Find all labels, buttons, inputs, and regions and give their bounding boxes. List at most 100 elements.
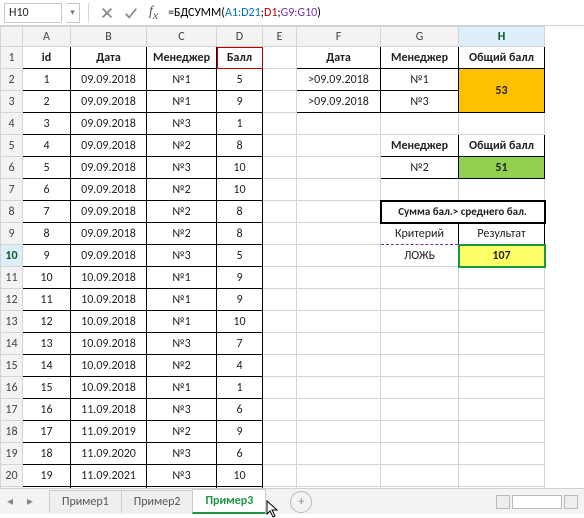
cell[interactable]: 10	[217, 179, 263, 201]
cell[interactable]: 14	[23, 355, 71, 377]
cell[interactable]	[459, 289, 545, 311]
cell[interactable]: 11.09.2019	[71, 421, 147, 443]
col-header-D[interactable]: D	[217, 27, 263, 47]
cell[interactable]: 1	[217, 113, 263, 135]
cell[interactable]	[263, 179, 297, 201]
cell[interactable]	[381, 421, 459, 443]
cell[interactable]: 8	[217, 223, 263, 245]
cell[interactable]: 18	[23, 443, 71, 465]
cell[interactable]	[459, 421, 545, 443]
cell[interactable]	[263, 69, 297, 91]
row-6[interactable]: 6 509.09.2018№310 №2 51	[1, 157, 545, 179]
cell[interactable]	[297, 355, 381, 377]
enter-icon[interactable]	[121, 3, 141, 23]
cell[interactable]	[263, 443, 297, 465]
cell[interactable]: №1	[147, 267, 217, 289]
cell[interactable]	[459, 443, 545, 465]
row-11[interactable]: 111010.09.2018№19	[1, 267, 545, 289]
row-10[interactable]: 10 909.09.2018№35 ЛОЖЬ 107	[1, 245, 545, 267]
cell[interactable]	[297, 179, 381, 201]
cell[interactable]	[263, 91, 297, 113]
scroll-left-icon[interactable]	[496, 495, 510, 509]
cell[interactable]	[263, 157, 297, 179]
cell[interactable]	[263, 135, 297, 157]
cell[interactable]	[297, 113, 381, 135]
cell[interactable]: 2	[23, 91, 71, 113]
active-cell[interactable]: 107	[459, 245, 545, 267]
cell[interactable]	[263, 355, 297, 377]
cell[interactable]: 5	[23, 157, 71, 179]
cell[interactable]	[297, 223, 381, 245]
cell[interactable]: 9	[217, 91, 263, 113]
cell[interactable]: №3	[381, 91, 459, 113]
cell[interactable]	[381, 179, 459, 201]
cell[interactable]: 5	[217, 245, 263, 267]
cell[interactable]: 11.09.2021	[71, 465, 147, 487]
cell[interactable]	[263, 47, 297, 69]
cell[interactable]: №2	[147, 355, 217, 377]
cell[interactable]: 10	[217, 465, 263, 487]
row-17[interactable]: 171611.09.2018№36	[1, 399, 545, 421]
cell[interactable]: 8	[23, 223, 71, 245]
cell[interactable]: 09.09.2018	[71, 179, 147, 201]
formula-input[interactable]: =БДСУММ(A1:D21;D1;G9:G10)	[166, 3, 580, 23]
cell[interactable]: 10.09.2018	[71, 333, 147, 355]
cell[interactable]: Дата	[297, 47, 381, 69]
cell[interactable]	[297, 289, 381, 311]
cell[interactable]: 09.09.2018	[71, 157, 147, 179]
cell[interactable]: №1	[381, 69, 459, 91]
cell[interactable]	[297, 377, 381, 399]
cell[interactable]	[263, 399, 297, 421]
cell[interactable]	[381, 355, 459, 377]
cell[interactable]: Общий балл	[459, 135, 545, 157]
cell[interactable]: 51	[459, 157, 545, 179]
cell[interactable]	[459, 399, 545, 421]
col-header-B[interactable]: B	[71, 27, 147, 47]
cell[interactable]: №2	[147, 179, 217, 201]
cell[interactable]	[263, 113, 297, 135]
cell[interactable]: 7	[23, 201, 71, 223]
cell[interactable]: 12	[23, 311, 71, 333]
name-box[interactable]: H10	[4, 3, 62, 23]
cell[interactable]: 1	[23, 69, 71, 91]
cell[interactable]: №1	[147, 69, 217, 91]
scroll-right-icon[interactable]	[564, 495, 578, 509]
add-sheet-button[interactable]: +	[290, 491, 312, 513]
cell[interactable]	[381, 443, 459, 465]
cell[interactable]	[381, 311, 459, 333]
cell[interactable]: 09.09.2018	[71, 69, 147, 91]
cell[interactable]: Результат	[459, 223, 545, 245]
sheet-nav-next-icon[interactable]: ▸	[20, 490, 40, 514]
row-18[interactable]: 181711.09.2019№29	[1, 421, 545, 443]
cell[interactable]: №3	[147, 399, 217, 421]
cell[interactable]: 11.09.2020	[71, 443, 147, 465]
cell[interactable]: 53	[459, 69, 545, 113]
row-12[interactable]: 121110.09.2018№19	[1, 289, 545, 311]
cell[interactable]	[381, 113, 459, 135]
sheet-tab[interactable]: Пример1	[49, 490, 122, 513]
cell[interactable]: №2	[147, 201, 217, 223]
cell[interactable]: №1	[147, 289, 217, 311]
cell[interactable]: Менеджер	[381, 135, 459, 157]
cell[interactable]: 19	[23, 465, 71, 487]
col-header-A[interactable]: A	[23, 27, 71, 47]
cell[interactable]	[297, 157, 381, 179]
cell[interactable]	[381, 333, 459, 355]
cell[interactable]	[297, 311, 381, 333]
cell[interactable]: 8	[217, 135, 263, 157]
cell[interactable]: 6	[217, 399, 263, 421]
cell[interactable]	[381, 267, 459, 289]
row-19[interactable]: 191811.09.2020№36	[1, 443, 545, 465]
cell[interactable]	[459, 311, 545, 333]
row-20[interactable]: 201911.09.2021№310	[1, 465, 545, 487]
cell[interactable]: 17	[23, 421, 71, 443]
cell[interactable]	[459, 377, 545, 399]
cell[interactable]	[381, 289, 459, 311]
cell[interactable]: 10	[217, 157, 263, 179]
cell[interactable]: 11	[23, 289, 71, 311]
cell[interactable]	[297, 135, 381, 157]
col-header-F[interactable]: F	[297, 27, 381, 47]
cell[interactable]: Сумма бал.> среднего бал.	[381, 201, 545, 223]
cell[interactable]: №2	[147, 135, 217, 157]
cell[interactable]: №2	[381, 157, 459, 179]
